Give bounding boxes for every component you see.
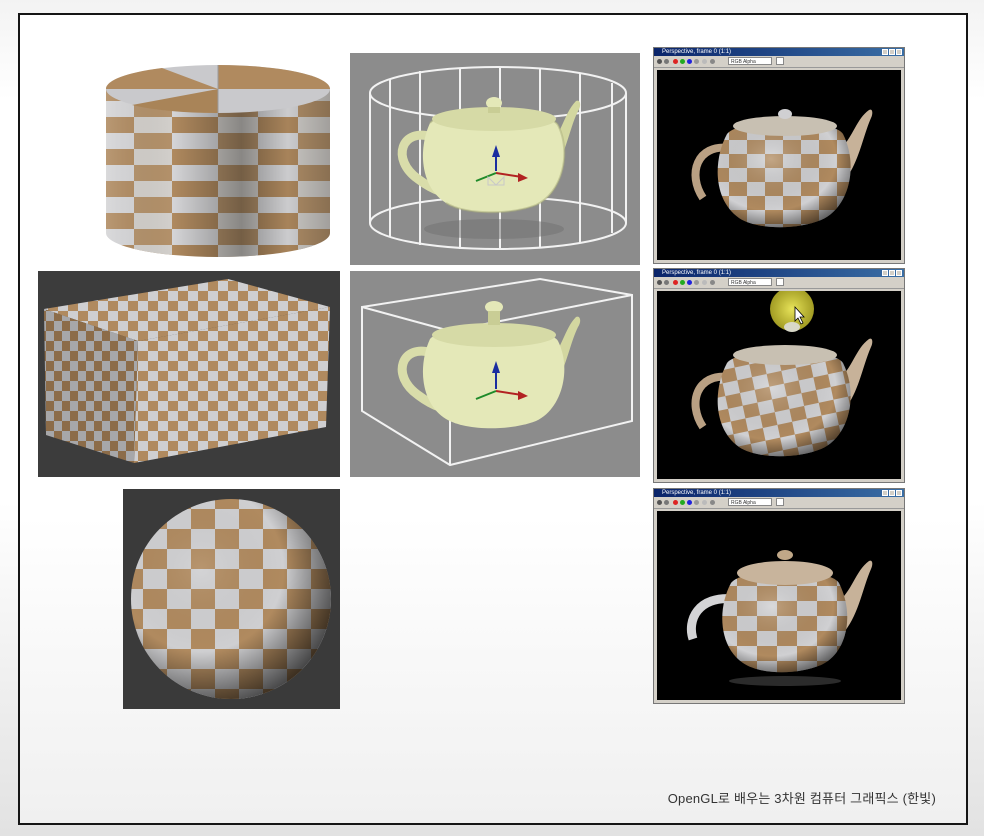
channel-select[interactable]: RGB Alpha [728, 57, 772, 65]
green-channel-icon[interactable] [680, 280, 685, 285]
blue-channel-icon[interactable] [687, 280, 692, 285]
render-window-title: Perspective, frame 0 (1:1) [662, 490, 732, 496]
render-window-title: Perspective, frame 0 (1:1) [662, 270, 732, 276]
alpha-channel-icon[interactable] [694, 59, 699, 64]
save-icon[interactable] [657, 59, 662, 64]
minimize-button[interactable] [882, 49, 888, 55]
copy-icon[interactable] [664, 59, 669, 64]
alpha-channel-icon[interactable] [694, 280, 699, 285]
render-window-1[interactable]: Perspective, frame 0 (1:1) RGB Alpha [653, 47, 905, 264]
render-window-2[interactable]: Perspective, frame 0 (1:1) RGB Alpha [653, 268, 905, 483]
green-channel-icon[interactable] [680, 500, 685, 505]
render-window-title: Perspective, frame 0 (1:1) [662, 49, 732, 55]
source-caption: OpenGL로 배우는 3차원 컴퓨터 그래픽스 (한빛) [667, 791, 936, 806]
render-viewport [657, 511, 901, 700]
channel-select[interactable]: RGB Alpha [728, 278, 772, 286]
close-button[interactable] [896, 270, 902, 276]
red-channel-icon[interactable] [673, 59, 678, 64]
clear-icon[interactable] [710, 280, 715, 285]
render-window-3[interactable]: Perspective, frame 0 (1:1) RGB Alpha [653, 488, 905, 704]
copy-icon[interactable] [664, 500, 669, 505]
mono-icon[interactable] [702, 59, 707, 64]
channel-select[interactable]: RGB Alpha [728, 498, 772, 506]
color-swatch[interactable] [776, 498, 784, 506]
minimize-button[interactable] [882, 270, 888, 276]
cylinder-mapping-image [102, 53, 334, 261]
color-swatch[interactable] [776, 278, 784, 286]
render-viewport [657, 287, 901, 479]
mono-icon[interactable] [702, 280, 707, 285]
red-channel-icon[interactable] [673, 500, 678, 505]
green-channel-icon[interactable] [680, 59, 685, 64]
sphere-mapping-image [123, 489, 340, 709]
close-button[interactable] [896, 49, 902, 55]
red-channel-icon[interactable] [673, 280, 678, 285]
mono-icon[interactable] [702, 500, 707, 505]
slide: Perspective, frame 0 (1:1) RGB Alpha Per… [18, 13, 968, 825]
clear-icon[interactable] [710, 500, 715, 505]
teapot-cylindrical-gizmo-viewport [350, 53, 640, 265]
save-icon[interactable] [657, 500, 662, 505]
teapot-box-gizmo-viewport [350, 271, 640, 477]
blue-channel-icon[interactable] [687, 500, 692, 505]
alpha-channel-icon[interactable] [694, 500, 699, 505]
box-mapping-image [38, 271, 340, 477]
close-button[interactable] [896, 490, 902, 496]
copy-icon[interactable] [664, 280, 669, 285]
clear-icon[interactable] [710, 59, 715, 64]
blue-channel-icon[interactable] [687, 59, 692, 64]
color-swatch[interactable] [776, 57, 784, 65]
save-icon[interactable] [657, 280, 662, 285]
maximize-button[interactable] [889, 490, 895, 496]
render-viewport [657, 70, 901, 260]
maximize-button[interactable] [889, 49, 895, 55]
maximize-button[interactable] [889, 270, 895, 276]
minimize-button[interactable] [882, 490, 888, 496]
